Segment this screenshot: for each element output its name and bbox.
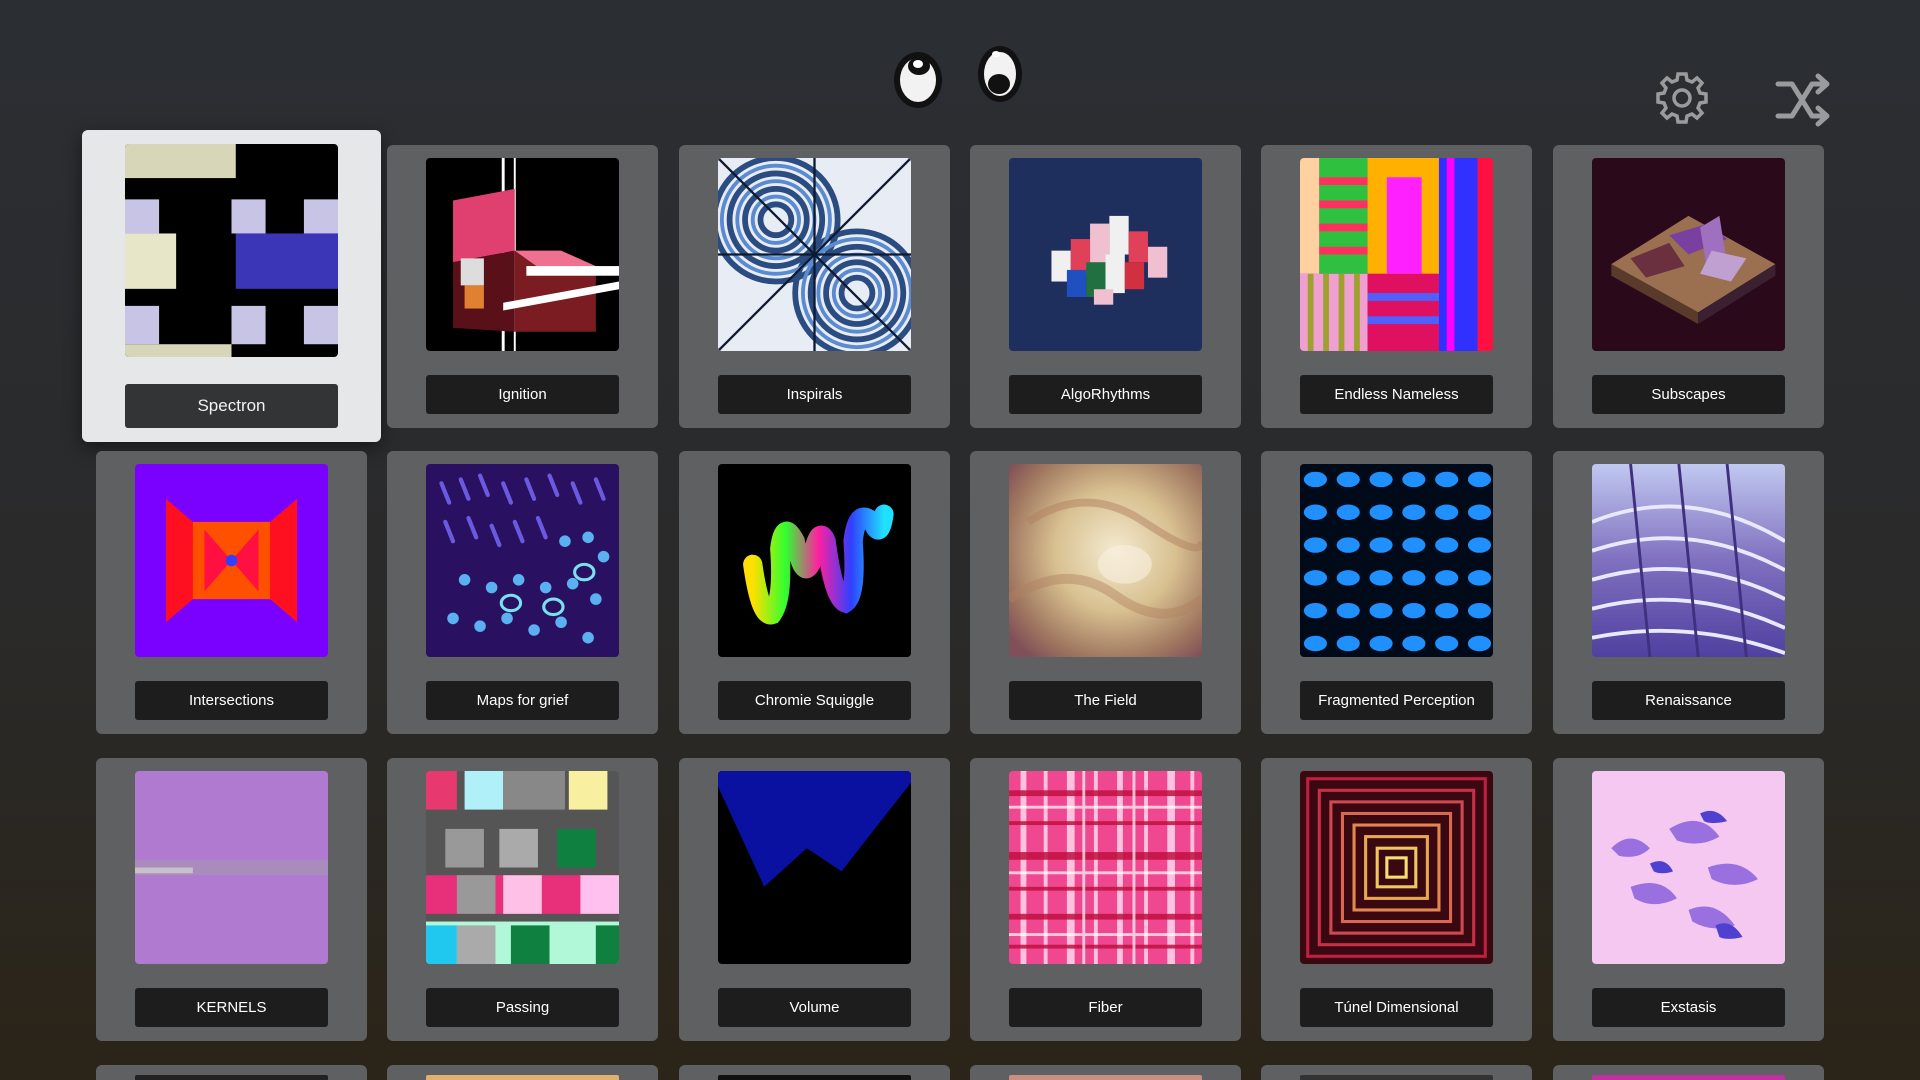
tile-the-field[interactable]: The Field xyxy=(970,451,1241,734)
tile-label: Endless Nameless xyxy=(1300,375,1493,414)
tile-endless-nameless[interactable]: Endless Nameless xyxy=(1261,145,1532,428)
tile-label: Inspirals xyxy=(718,375,911,414)
thumbnail-subscapes xyxy=(1592,158,1785,351)
tile-label: Chromie Squiggle xyxy=(718,681,911,720)
tile-label: Fragmented Perception xyxy=(1300,681,1493,720)
tile-label: KERNELS xyxy=(135,988,328,1027)
thumbnail-inspirals xyxy=(718,158,911,351)
tile-passing[interactable]: Passing xyxy=(387,758,658,1041)
tile-label: The Field xyxy=(1009,681,1202,720)
tile-label: Renaissance xyxy=(1592,681,1785,720)
tile-intersections[interactable]: Intersections xyxy=(96,451,367,734)
tile-exstasis[interactable]: Exstasis xyxy=(1553,758,1824,1041)
thumbnail-passing xyxy=(426,771,619,964)
tile-label: Ignition xyxy=(426,375,619,414)
tile-ignition[interactable]: Ignition xyxy=(387,145,658,428)
tile-label: Túnel Dimensional xyxy=(1300,988,1493,1027)
thumbnail-maps-for-grief xyxy=(426,464,619,657)
tile-algorhythms[interactable]: AlgoRhythms xyxy=(970,145,1241,428)
tile-partial[interactable] xyxy=(1553,1065,1824,1080)
tile-maps-for-grief[interactable]: Maps for grief xyxy=(387,451,658,734)
tile-partial[interactable] xyxy=(387,1065,658,1080)
tile-label: Intersections xyxy=(135,681,328,720)
tile-chromie-squiggle[interactable]: Chromie Squiggle xyxy=(679,451,950,734)
thumbnail-spectron xyxy=(125,144,338,357)
tile-label: Passing xyxy=(426,988,619,1027)
tile-kernels[interactable]: KERNELS xyxy=(96,758,367,1041)
tile-partial[interactable] xyxy=(1261,1065,1532,1080)
tile-label: AlgoRhythms xyxy=(1009,375,1202,414)
thumbnail-exstasis xyxy=(1592,771,1785,964)
tile-partial[interactable] xyxy=(96,1065,367,1080)
thumbnail-algorhythms xyxy=(1009,158,1202,351)
tile-volume[interactable]: Volume xyxy=(679,758,950,1041)
thumbnail-ignition xyxy=(426,158,619,351)
tile-partial[interactable] xyxy=(679,1065,950,1080)
tile-label: Maps for grief xyxy=(426,681,619,720)
thumbnail-volume xyxy=(718,771,911,964)
thumbnail-fiber xyxy=(1009,771,1202,964)
tile-partial[interactable] xyxy=(970,1065,1241,1080)
tile-label: Exstasis xyxy=(1592,988,1785,1027)
thumbnail-intersections xyxy=(135,464,328,657)
tile-fragmented-perception[interactable]: Fragmented Perception xyxy=(1261,451,1532,734)
tile-label: Volume xyxy=(718,988,911,1027)
thumbnail-endless-nameless xyxy=(1300,158,1493,351)
thumbnail-renaissance xyxy=(1592,464,1785,657)
thumbnail-chromie-squiggle xyxy=(718,464,911,657)
tile-renaissance[interactable]: Renaissance xyxy=(1553,451,1824,734)
artwork-grid: Spectron Ignition Inspirals AlgoRhythms … xyxy=(0,0,1920,1080)
tile-inspirals[interactable]: Inspirals xyxy=(679,145,950,428)
tile-label: Spectron xyxy=(125,384,338,428)
tile-label: Fiber xyxy=(1009,988,1202,1027)
thumbnail-tunel-dimensional xyxy=(1300,771,1493,964)
thumbnail-the-field xyxy=(1009,464,1202,657)
tile-spectron[interactable]: Spectron xyxy=(82,130,381,442)
tile-fiber[interactable]: Fiber xyxy=(970,758,1241,1041)
tile-subscapes[interactable]: Subscapes xyxy=(1553,145,1824,428)
tile-label: Subscapes xyxy=(1592,375,1785,414)
tile-tunel-dimensional[interactable]: Túnel Dimensional xyxy=(1261,758,1532,1041)
thumbnail-kernels xyxy=(135,771,328,964)
thumbnail-fragmented-perception xyxy=(1300,464,1493,657)
